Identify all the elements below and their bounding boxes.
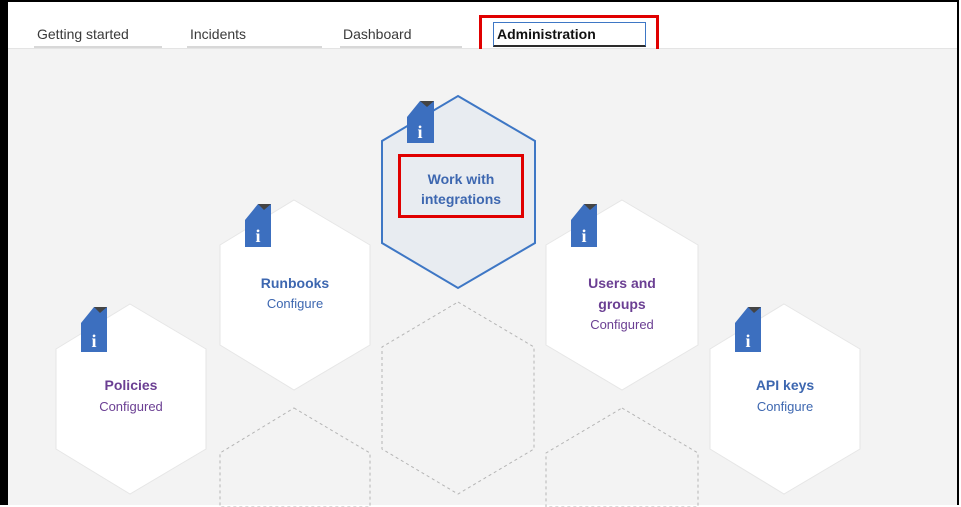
svg-text:i: i: [417, 122, 422, 142]
users-and-groups-title-line1: Users and: [588, 275, 656, 291]
api-keys-status: Configure: [756, 399, 814, 414]
api-keys-title: API keys: [755, 377, 815, 393]
info-icon[interactable]: i: [245, 204, 271, 247]
svg-text:i: i: [581, 226, 586, 246]
runbooks-title: Runbooks: [260, 275, 330, 291]
info-icon[interactable]: i: [735, 307, 761, 352]
empty-slot-hexagon: [381, 301, 535, 495]
users-and-groups-title-line2: groups: [598, 296, 646, 312]
info-icon[interactable]: i: [407, 101, 434, 143]
svg-text:i: i: [745, 331, 750, 351]
runbooks-tile[interactable]: [219, 199, 371, 391]
policies-title: Policies: [104, 377, 158, 393]
users-and-groups-status: Configured: [590, 317, 654, 332]
empty-slot-hexagon: [545, 407, 699, 507]
runbooks-status: Configure: [266, 296, 324, 311]
info-icon[interactable]: i: [81, 307, 107, 352]
info-icon[interactable]: i: [571, 204, 597, 247]
work-with-integrations-highlight-box: [398, 154, 524, 218]
svg-text:i: i: [255, 226, 260, 246]
hexagon-grid: i i i i i: [55, 94, 861, 507]
policies-status: Configured: [99, 399, 163, 414]
users-and-groups-tile[interactable]: [545, 199, 699, 391]
svg-text:i: i: [91, 331, 96, 351]
empty-slot-hexagon: [219, 407, 371, 507]
